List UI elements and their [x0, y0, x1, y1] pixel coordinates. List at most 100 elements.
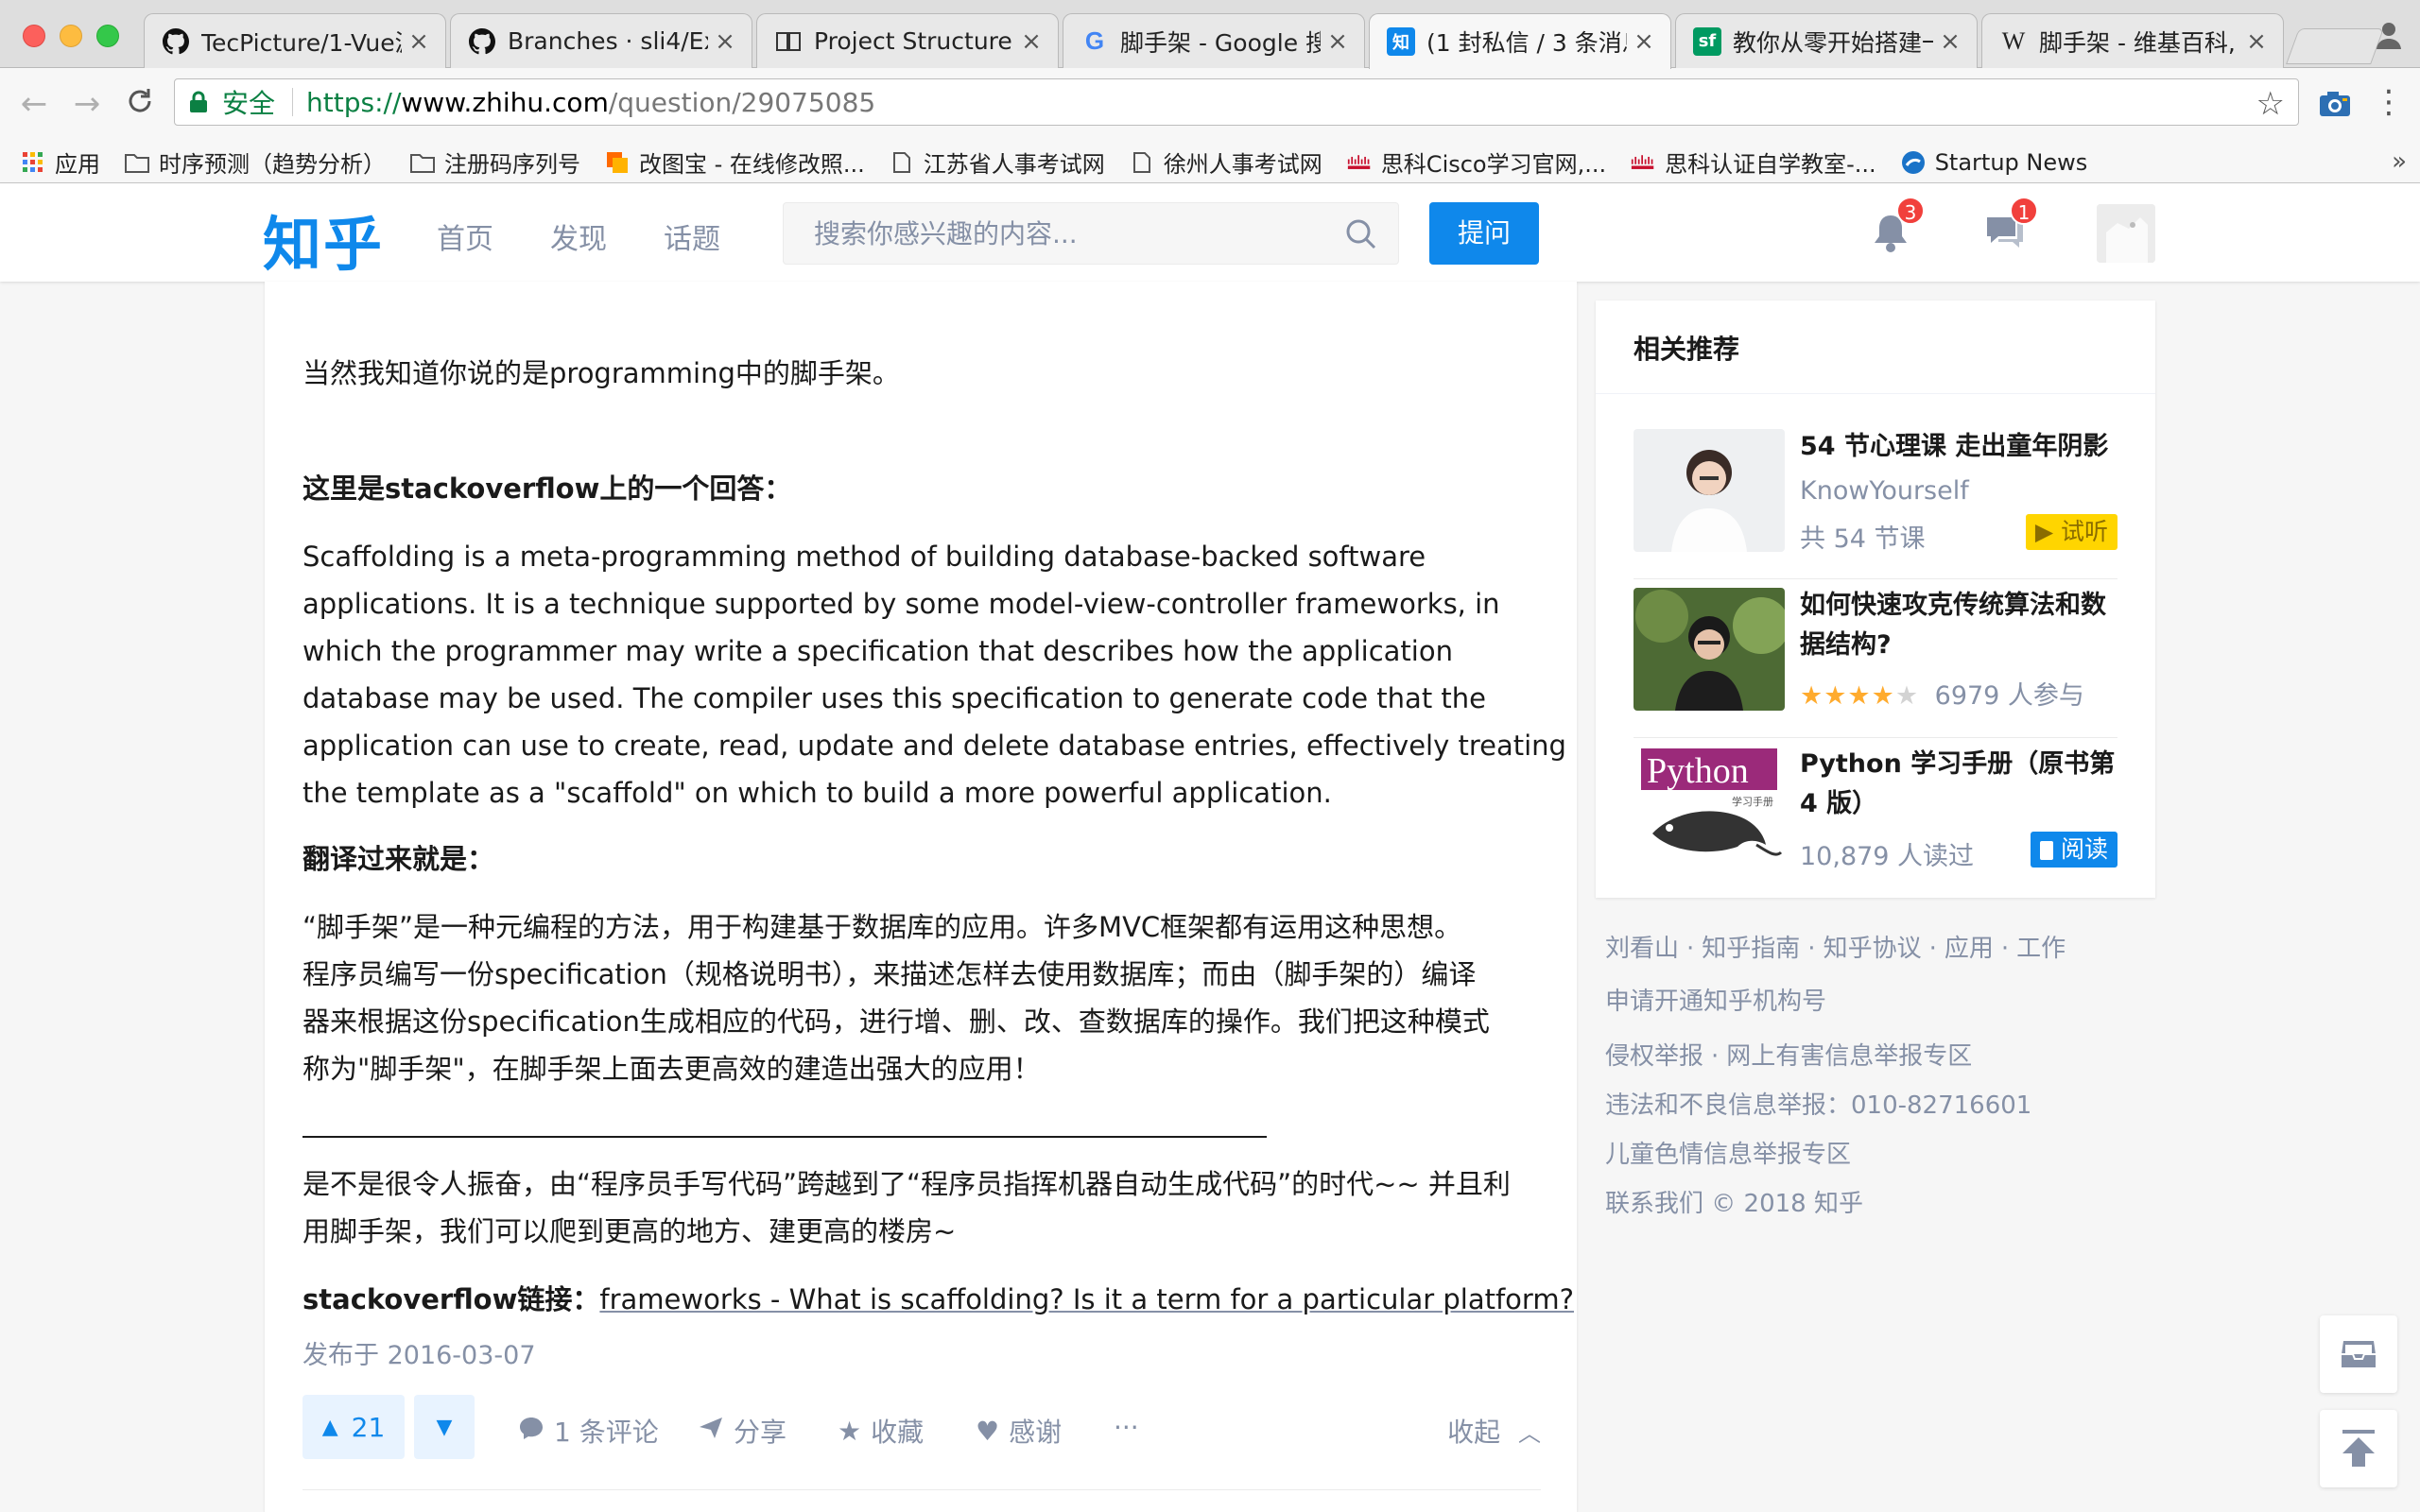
- zhihu-header: 知乎 首页 发现 话题 提问 3 1: [0, 183, 2420, 282]
- recommendation-item[interactable]: 如何快速攻克传统算法和数据结构? ★★★★★ 6979 人参与: [1634, 588, 2118, 730]
- answer-actions: ▲ 21 ▼ 1 条评论 分享 ★ 收藏 ♥ 感谢 ··· 收起 ︿: [302, 1395, 1541, 1461]
- notifications-button[interactable]: 3: [1866, 197, 1925, 257]
- favorite-button[interactable]: ★ 收藏: [838, 1412, 924, 1450]
- upvote-button[interactable]: ▲ 21: [302, 1395, 405, 1459]
- search-input[interactable]: [814, 217, 1324, 249]
- close-tab-icon[interactable]: ×: [1326, 27, 1349, 56]
- tab-label: Branches · sli4/Exa: [508, 27, 708, 55]
- reload-button[interactable]: [121, 85, 159, 123]
- browser-tab-6[interactable]: sf 教你从零开始搭建一 ×: [1675, 13, 1978, 68]
- messages-button[interactable]: 1: [1979, 197, 2038, 257]
- bookmark-gaitubao[interactable]: 改图宝 - 在线修改照...: [605, 146, 865, 179]
- close-window-button[interactable]: [23, 25, 45, 47]
- footer-link[interactable]: 工作: [2016, 935, 2066, 963]
- github-icon: [162, 27, 190, 56]
- search-icon[interactable]: [1345, 218, 1377, 250]
- gaitubao-icon: [605, 151, 630, 173]
- browser-tab-1[interactable]: TecPicture/1-Vue源 ×: [144, 13, 446, 68]
- sidebar-footer: 刘看山 · 知乎指南 · 知乎协议 · 应用 · 工作 申请开通知乎机构号 侵权举报 · 网上有害信…: [1605, 924, 2135, 1228]
- bookmark-star-icon[interactable]: ☆: [2256, 85, 2285, 123]
- nav-topics[interactable]: 话题: [664, 215, 720, 257]
- cisco-icon: [1631, 152, 1655, 173]
- answer-heading: 这里是stackoverflow上的一个回答：: [302, 472, 792, 505]
- downvote-arrow-icon: ▼: [436, 1415, 453, 1439]
- recommendation-item[interactable]: 54 节心理课 走出童年阴影 KnowYourself 共 54 节课 ▶ 试听: [1634, 429, 2118, 571]
- share-button[interactable]: 分享: [698, 1412, 786, 1450]
- read-button[interactable]: 阅读: [2030, 832, 2118, 868]
- back-to-top-button[interactable]: [2320, 1410, 2397, 1487]
- more-options-button[interactable]: ···: [1114, 1412, 1139, 1443]
- recommendation-item[interactable]: Python 学习手册 Python 学习手册（原书第 4 版） 10,879 …: [1634, 747, 2118, 888]
- footer-link[interactable]: 申请开通知乎机构号: [1605, 988, 1826, 1016]
- thanks-button[interactable]: ♥ 感谢: [976, 1412, 1062, 1450]
- footer-link[interactable]: 应用: [1945, 935, 1994, 963]
- footer-link[interactable]: 网上有害信息举报专区: [1726, 1042, 1972, 1071]
- close-tab-icon[interactable]: ×: [407, 27, 430, 56]
- book-cover-subtitle: 学习手册: [1732, 796, 1773, 808]
- browser-menu-icon[interactable]: ⋮: [2373, 83, 2405, 121]
- bookmark-startup-news[interactable]: Startup News: [1901, 149, 2087, 176]
- answer-heading: 翻译过来就是：: [302, 843, 495, 875]
- browser-profile-icon[interactable]: [2373, 19, 2405, 51]
- feedback-button[interactable]: [2320, 1315, 2397, 1393]
- nav-home[interactable]: 首页: [437, 215, 493, 257]
- footer-link[interactable]: 知乎协议: [1824, 935, 1922, 963]
- recommendation-rating-row: ★★★★★ 6979 人参与: [1800, 675, 2084, 712]
- bookmark-folder-serials[interactable]: 注册码序列号: [410, 146, 580, 179]
- bookmark-xuzhou-exam[interactable]: 徐州人事考试网: [1130, 146, 1322, 179]
- nav-explore[interactable]: 发现: [550, 215, 607, 257]
- stackoverflow-link[interactable]: frameworks - What is scaffolding? Is it …: [599, 1283, 1574, 1315]
- browser-tab-5-active[interactable]: 知 (1 封私信 / 3 条消息 ×: [1369, 13, 1671, 69]
- answer-english-line: database may be used. The compiler uses …: [302, 682, 1486, 714]
- close-tab-icon[interactable]: ×: [1633, 27, 1655, 56]
- close-tab-icon[interactable]: ×: [1020, 27, 1043, 56]
- footer-text: 违法和不良信息举报：010-82716601: [1605, 1091, 2032, 1120]
- footer-link[interactable]: 侵权举报: [1605, 1042, 1703, 1071]
- new-tab-button[interactable]: [2286, 28, 2384, 64]
- close-tab-icon[interactable]: ×: [2245, 27, 2268, 56]
- tab-label: (1 封私信 / 3 条消息: [1426, 29, 1627, 57]
- publish-date[interactable]: 发布于 2016-03-07: [302, 1334, 536, 1371]
- star-icon: ★: [838, 1415, 862, 1447]
- browser-tab-strip: TecPicture/1-Vue源 × Branches · sli4/Exa …: [0, 0, 2420, 69]
- user-avatar[interactable]: [2097, 204, 2155, 263]
- footer-link[interactable]: 刘看山: [1605, 935, 1679, 963]
- bookmarks-overflow-button[interactable]: »: [2392, 147, 2407, 176]
- bookmark-cisco-classroom[interactable]: 思科认证自学教室-...: [1631, 146, 1876, 179]
- zhihu-icon: 知: [1387, 27, 1415, 56]
- course-thumbnail: [1634, 429, 1785, 552]
- zhihu-logo[interactable]: 知乎: [263, 197, 384, 282]
- ask-question-button[interactable]: 提问: [1429, 202, 1539, 265]
- reload-icon: [129, 89, 151, 112]
- recommendation-meta: 6979 人参与: [1934, 681, 2084, 711]
- tab-label: Project Structure ·: [814, 27, 1014, 55]
- bookmark-folder-timeseries[interactable]: 时序预测（趋势分析）: [125, 146, 386, 179]
- bookmark-cisco-official[interactable]: 思科Cisco学习官网,...: [1347, 146, 1606, 179]
- footer-link[interactable]: 知乎指南: [1702, 935, 1800, 963]
- close-tab-icon[interactable]: ×: [1939, 27, 1962, 56]
- lock-icon: [190, 91, 207, 112]
- divider: [302, 1136, 1267, 1138]
- bookmark-jiangsu-exam[interactable]: 江苏省人事考试网: [890, 146, 1105, 179]
- footer-row: 儿童色情信息举报专区: [1605, 1130, 2135, 1179]
- address-bar[interactable]: 安全 https://www.zhihu.com/question/290750…: [174, 78, 2299, 126]
- zoom-window-button[interactable]: [96, 25, 119, 47]
- footer-row: 违法和不良信息举报：010-82716601: [1605, 1081, 2135, 1130]
- downvote-button[interactable]: ▼: [414, 1395, 475, 1459]
- camera-extension-icon[interactable]: [2318, 87, 2352, 121]
- google-icon: G: [1084, 26, 1105, 55]
- back-button[interactable]: ←: [15, 85, 53, 123]
- browser-tab-7[interactable]: W 脚手架 - 维基百科, ×: [1981, 13, 2284, 68]
- close-tab-icon[interactable]: ×: [714, 27, 736, 56]
- browser-tab-4[interactable]: G 脚手架 - Google 搜 ×: [1063, 13, 1365, 68]
- collapse-button[interactable]: 收起 ︿: [1447, 1412, 1541, 1450]
- stackoverflow-link-row: stackoverflow链接：frameworks - What is sca…: [302, 1276, 1574, 1323]
- bookmark-apps[interactable]: 应用: [21, 146, 100, 179]
- browser-tab-3[interactable]: Project Structure · ×: [756, 13, 1059, 68]
- forward-button[interactable]: →: [68, 85, 106, 123]
- minimize-window-button[interactable]: [60, 25, 82, 47]
- listen-button[interactable]: ▶ 试听: [2025, 514, 2118, 550]
- comments-button[interactable]: 1 条评论: [518, 1412, 659, 1450]
- browser-tab-2[interactable]: Branches · sli4/Exa ×: [450, 13, 752, 68]
- footer-link[interactable]: 儿童色情信息举报专区: [1605, 1141, 1851, 1169]
